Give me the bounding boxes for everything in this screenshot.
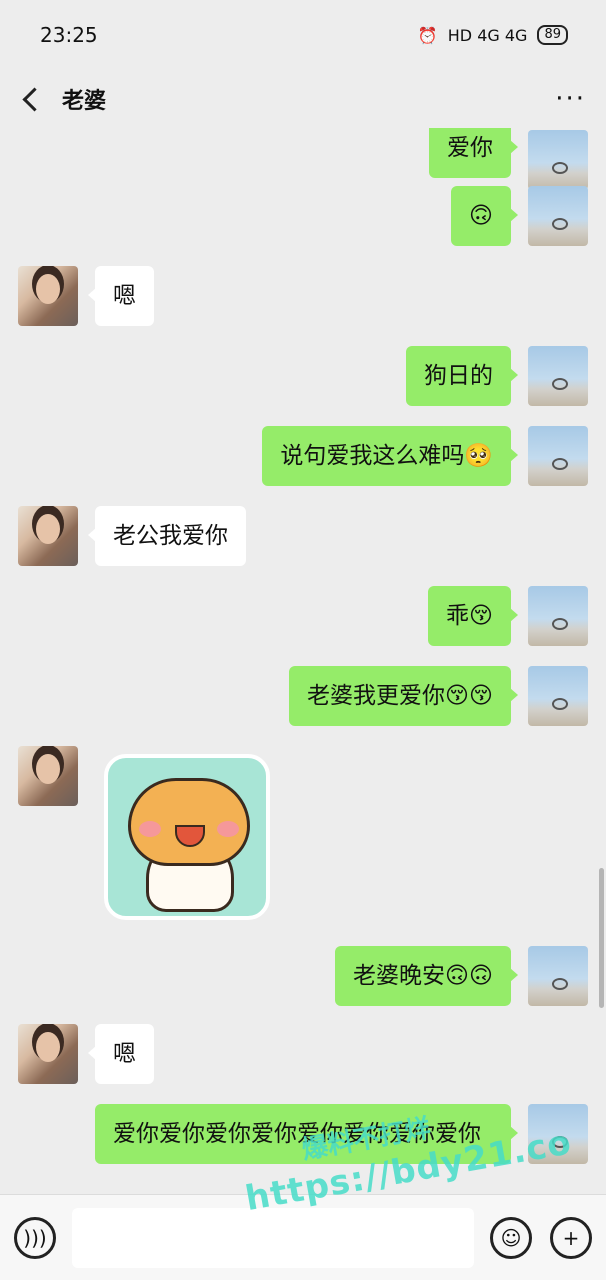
self-avatar[interactable] [528, 946, 588, 1006]
back-arrow-icon[interactable] [20, 87, 44, 111]
hamster-mouth [175, 825, 205, 847]
wife-avatar[interactable] [18, 506, 78, 566]
hamster-cheek [217, 821, 239, 837]
input-bar: ))) ☺ + [0, 1194, 606, 1280]
upside-down-face-emoji: 🙃 [469, 203, 493, 229]
scrollbar[interactable] [599, 868, 604, 1008]
self-avatar[interactable] [528, 586, 588, 646]
self-avatar[interactable] [528, 130, 588, 190]
plus-icon[interactable]: + [550, 1216, 592, 1259]
status-bar: 23:25 ⏰ HD 4G 4G 89 [0, 0, 606, 70]
message-bubble-self[interactable]: 老婆我更爱你😚😚 [289, 666, 518, 726]
message-text: 老婆我更爱你 [307, 683, 446, 709]
alarm-icon: ⏰ [417, 25, 438, 45]
message-text: 爱你爱你爱你爱你爱你爱你爱你爱你 [113, 1121, 481, 1147]
hamster-head [128, 778, 250, 866]
message-bubble-wife[interactable]: 老公我爱你 [88, 506, 246, 566]
wife-avatar[interactable] [18, 266, 78, 326]
self-avatar[interactable] [528, 1104, 588, 1164]
pleading-face-emoji: 🥺 [464, 443, 493, 469]
hamster-cheek [139, 821, 161, 837]
message-bubble-self[interactable]: 爱你 [429, 128, 518, 178]
message-text: 说句爱我这么难吗 [280, 443, 465, 469]
message-text: 爱你 [447, 135, 493, 161]
message-list[interactable]: 爱你 🙃 嗯 狗日的 说句爱我这么难吗🥺 老公我爱你 乖😚 老婆我更爱你😚😚 老… [0, 128, 606, 1194]
message-text: 老公我爱你 [113, 523, 228, 549]
chat-title: 老婆 [62, 89, 107, 114]
message-input[interactable] [72, 1207, 474, 1268]
self-avatar[interactable] [528, 186, 588, 246]
message-text: 狗日的 [424, 363, 493, 389]
self-avatar[interactable] [528, 346, 588, 406]
message-bubble-self[interactable]: 乖😚 [428, 586, 518, 646]
kissing-face-emoji: 😚😚 [445, 683, 493, 709]
message-text: 老婆晚安 [353, 963, 446, 989]
message-bubble-self[interactable]: 狗日的 [406, 346, 518, 406]
message-bubble-self[interactable]: 爱你爱你爱你爱你爱你爱你爱你爱你 [95, 1104, 518, 1164]
message-text: 嗯 [113, 1041, 136, 1067]
kissing-face-emoji: 😚 [469, 603, 493, 629]
message-row [0, 746, 606, 936]
clock: 23:25 [40, 23, 98, 47]
input-actions: ☺ + [490, 1216, 592, 1259]
network-indicator: HD 4G 4G [447, 25, 528, 45]
message-bubble-wife[interactable]: 嗯 [88, 1024, 154, 1084]
message-bubble-self[interactable]: 老婆晚安🙃🙃 [335, 946, 518, 1006]
message-text: 乖 [446, 603, 470, 629]
wife-avatar[interactable] [18, 746, 78, 806]
self-avatar[interactable] [528, 426, 588, 486]
message-bubble-self[interactable]: 说句爱我这么难吗🥺 [262, 426, 518, 486]
emoji-picker-icon[interactable]: ☺ [490, 1216, 532, 1259]
hamster-sticker[interactable] [104, 754, 270, 920]
chat-header: 老婆 ··· [0, 70, 606, 128]
message-bubble-wife[interactable]: 嗯 [88, 266, 154, 326]
battery-icon: 89 [537, 25, 568, 45]
wife-avatar[interactable] [18, 1024, 78, 1084]
more-options-icon[interactable]: ··· [555, 84, 586, 114]
voice-input-icon[interactable]: ))) [14, 1216, 56, 1259]
status-icons: ⏰ HD 4G 4G 89 [418, 25, 568, 45]
upside-down-face-emoji: 🙃🙃 [445, 963, 493, 989]
message-bubble-self[interactable]: 🙃 [451, 186, 518, 246]
self-avatar[interactable] [528, 666, 588, 726]
message-text: 嗯 [113, 283, 136, 309]
